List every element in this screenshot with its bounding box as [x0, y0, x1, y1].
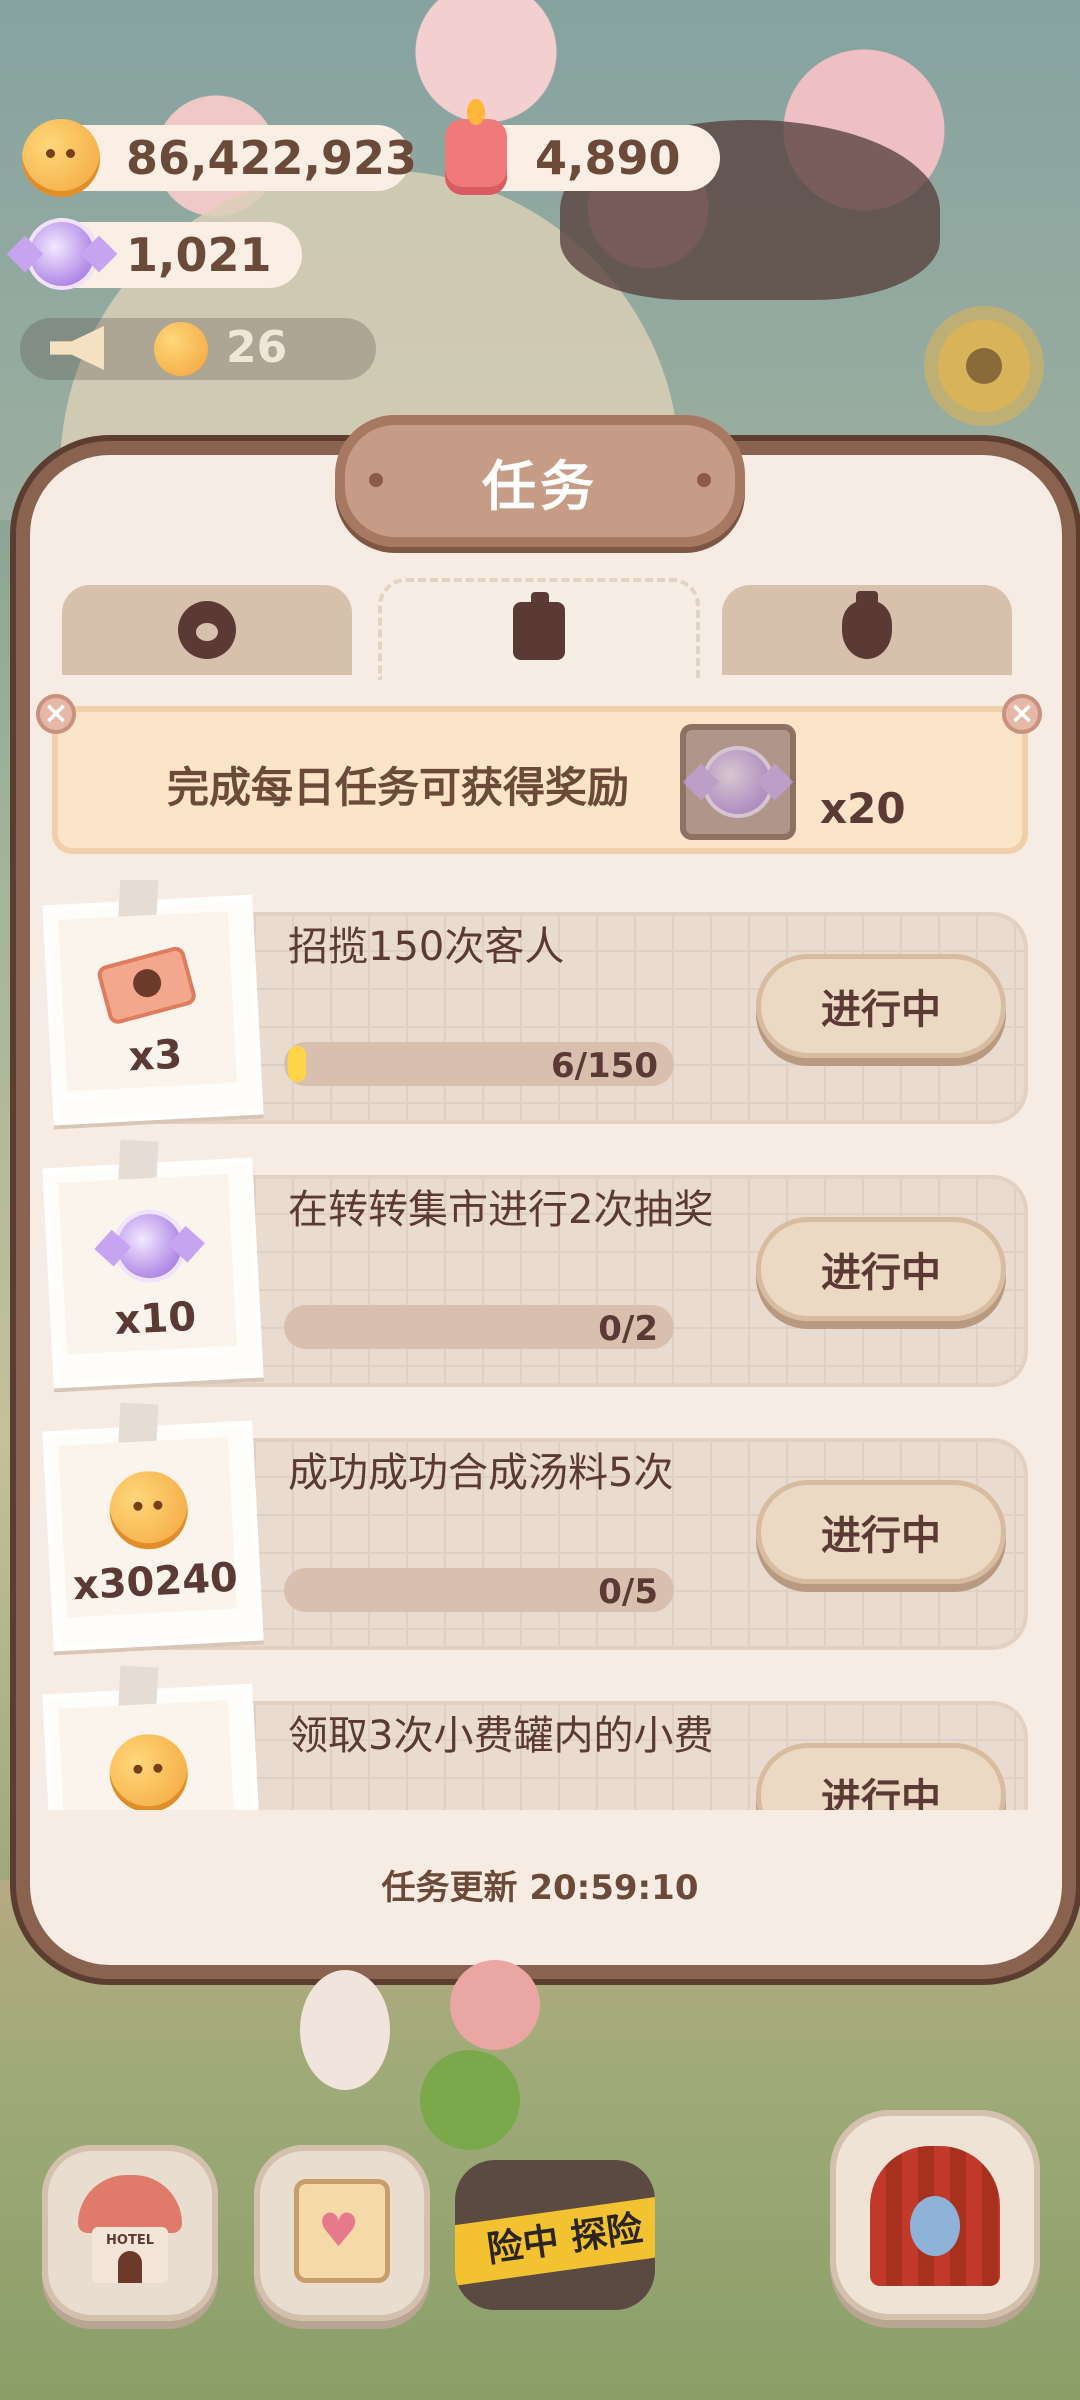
candy-icon: [702, 746, 774, 818]
daily-reward-banner: 完成每日任务可获得奖励 x20: [52, 706, 1028, 854]
candle-icon: [445, 99, 507, 195]
plate-rivet: [369, 473, 383, 487]
task-row: x30240 成功成功合成汤料5次 0/5 进行中: [40, 1402, 1040, 1656]
modal-title-plate: 任务: [335, 415, 745, 547]
daily-reward-text: 完成每日任务可获得奖励: [167, 763, 630, 812]
task-progress-text: 6/150: [550, 1046, 658, 1086]
tab-collection[interactable]: [722, 585, 1012, 675]
bottle-heart-icon: [842, 591, 892, 659]
task-title: 领取3次小费罐内的小费: [288, 1713, 714, 1759]
coin-value: 86,422,923: [126, 131, 418, 185]
diary-heart-icon: [294, 2179, 390, 2283]
adventure-button[interactable]: 险中 探险: [455, 2160, 655, 2310]
pink-character: [450, 1960, 540, 2050]
task-progress-bar: 6/150: [284, 1042, 674, 1086]
daily-reward-qty: x20: [820, 784, 906, 833]
tab-daily-tasks[interactable]: [378, 578, 700, 680]
coin-icon: [22, 119, 100, 197]
task-status-button[interactable]: 进行中: [756, 1480, 1006, 1584]
coin-counter[interactable]: 86,422,923: [22, 119, 417, 197]
candy-counter[interactable]: 1,021: [26, 218, 302, 290]
banner-pin-left-icon: ×: [36, 694, 76, 734]
daily-reward-slot[interactable]: [680, 724, 796, 840]
task-list[interactable]: x3 招揽150次客人 6/150 进行中 x10 在转转集市进行2次抽奖 0/…: [40, 880, 1040, 1810]
task-progress-text: 0/5: [598, 1572, 658, 1612]
theatre-button[interactable]: [830, 2110, 1040, 2320]
task-title: 在转转集市进行2次抽奖: [288, 1187, 714, 1233]
task-progress-bar: 0/2: [284, 1305, 674, 1349]
paw-badge-icon: [178, 601, 236, 659]
pen-note-icon: [513, 592, 565, 660]
task-reward-card: x30240: [42, 1402, 264, 1652]
rabbit-character: [300, 1970, 390, 2090]
tab-achievements[interactable]: [62, 585, 352, 675]
task-status-button[interactable]: 进行中: [756, 1743, 1006, 1810]
task-reward-card: x10: [42, 1139, 264, 1389]
candle-counter[interactable]: 4,890: [445, 99, 720, 195]
hotel-door: [118, 2251, 142, 2283]
task-status-button[interactable]: 进行中: [756, 954, 1006, 1058]
hotel-icon: HOTEL: [78, 2175, 182, 2285]
notice-bar[interactable]: 26: [20, 318, 376, 380]
task-progress-text: 0/2: [598, 1309, 658, 1349]
megaphone-icon: [50, 326, 104, 370]
theatre-curtain-icon: [870, 2146, 1000, 2286]
hotel-roof: [78, 2175, 182, 2233]
task-status-button[interactable]: 进行中: [756, 1217, 1006, 1321]
task-refresh-timer: 任务更新 20:59:10: [381, 1868, 699, 1908]
task-title: 招揽150次客人: [288, 924, 565, 970]
candy-value: 1,021: [126, 228, 272, 282]
adventure-tape-label: 险中 探险: [455, 2192, 655, 2288]
candle-value: 4,890: [535, 131, 681, 185]
banner-pin-right-icon: ×: [1002, 694, 1042, 734]
task-reward-card: x3: [42, 880, 264, 1126]
hotel-button[interactable]: HOTEL: [42, 2145, 218, 2321]
hotel-sign: HOTEL: [106, 2233, 154, 2248]
diary-button[interactable]: [254, 2145, 430, 2321]
task-progress-fill: [288, 1046, 306, 1082]
notice-count: 26: [226, 322, 288, 373]
plate-rivet: [697, 473, 711, 487]
candy-icon: [26, 218, 98, 290]
task-reward-card: [42, 1665, 264, 1810]
green-character: [420, 2050, 520, 2150]
task-progress-bar: 0/5: [284, 1568, 674, 1612]
cookie-face-icon: [154, 322, 208, 376]
task-row: x3 招揽150次客人 6/150 进行中: [40, 880, 1040, 1130]
task-row: 领取3次小费罐内的小费 进行中: [40, 1665, 1040, 1810]
task-title: 成功成功合成汤料5次: [288, 1450, 674, 1496]
settings-gear-icon[interactable]: [938, 320, 1030, 412]
modal-title: 任务: [482, 454, 598, 518]
task-row: x10 在转转集市进行2次抽奖 0/2 进行中: [40, 1139, 1040, 1393]
